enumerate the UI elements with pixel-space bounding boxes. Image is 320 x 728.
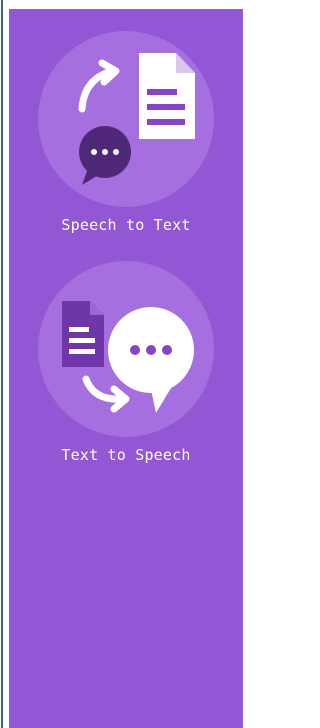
text-to-speech-label: Text to Speech bbox=[61, 446, 191, 464]
tools-panel: Speech to Text Text to Speech bbox=[9, 9, 243, 728]
text-to-speech-icon bbox=[38, 261, 214, 437]
left-border bbox=[1, 0, 3, 728]
speech-to-text-icon bbox=[38, 31, 214, 207]
speech-to-text-label: Speech to Text bbox=[61, 216, 191, 234]
text-to-speech-button[interactable]: Text to Speech bbox=[9, 261, 243, 464]
app-window: Speech to Text Text to Speech bbox=[0, 0, 243, 728]
speech-to-text-button[interactable]: Speech to Text bbox=[9, 31, 243, 234]
